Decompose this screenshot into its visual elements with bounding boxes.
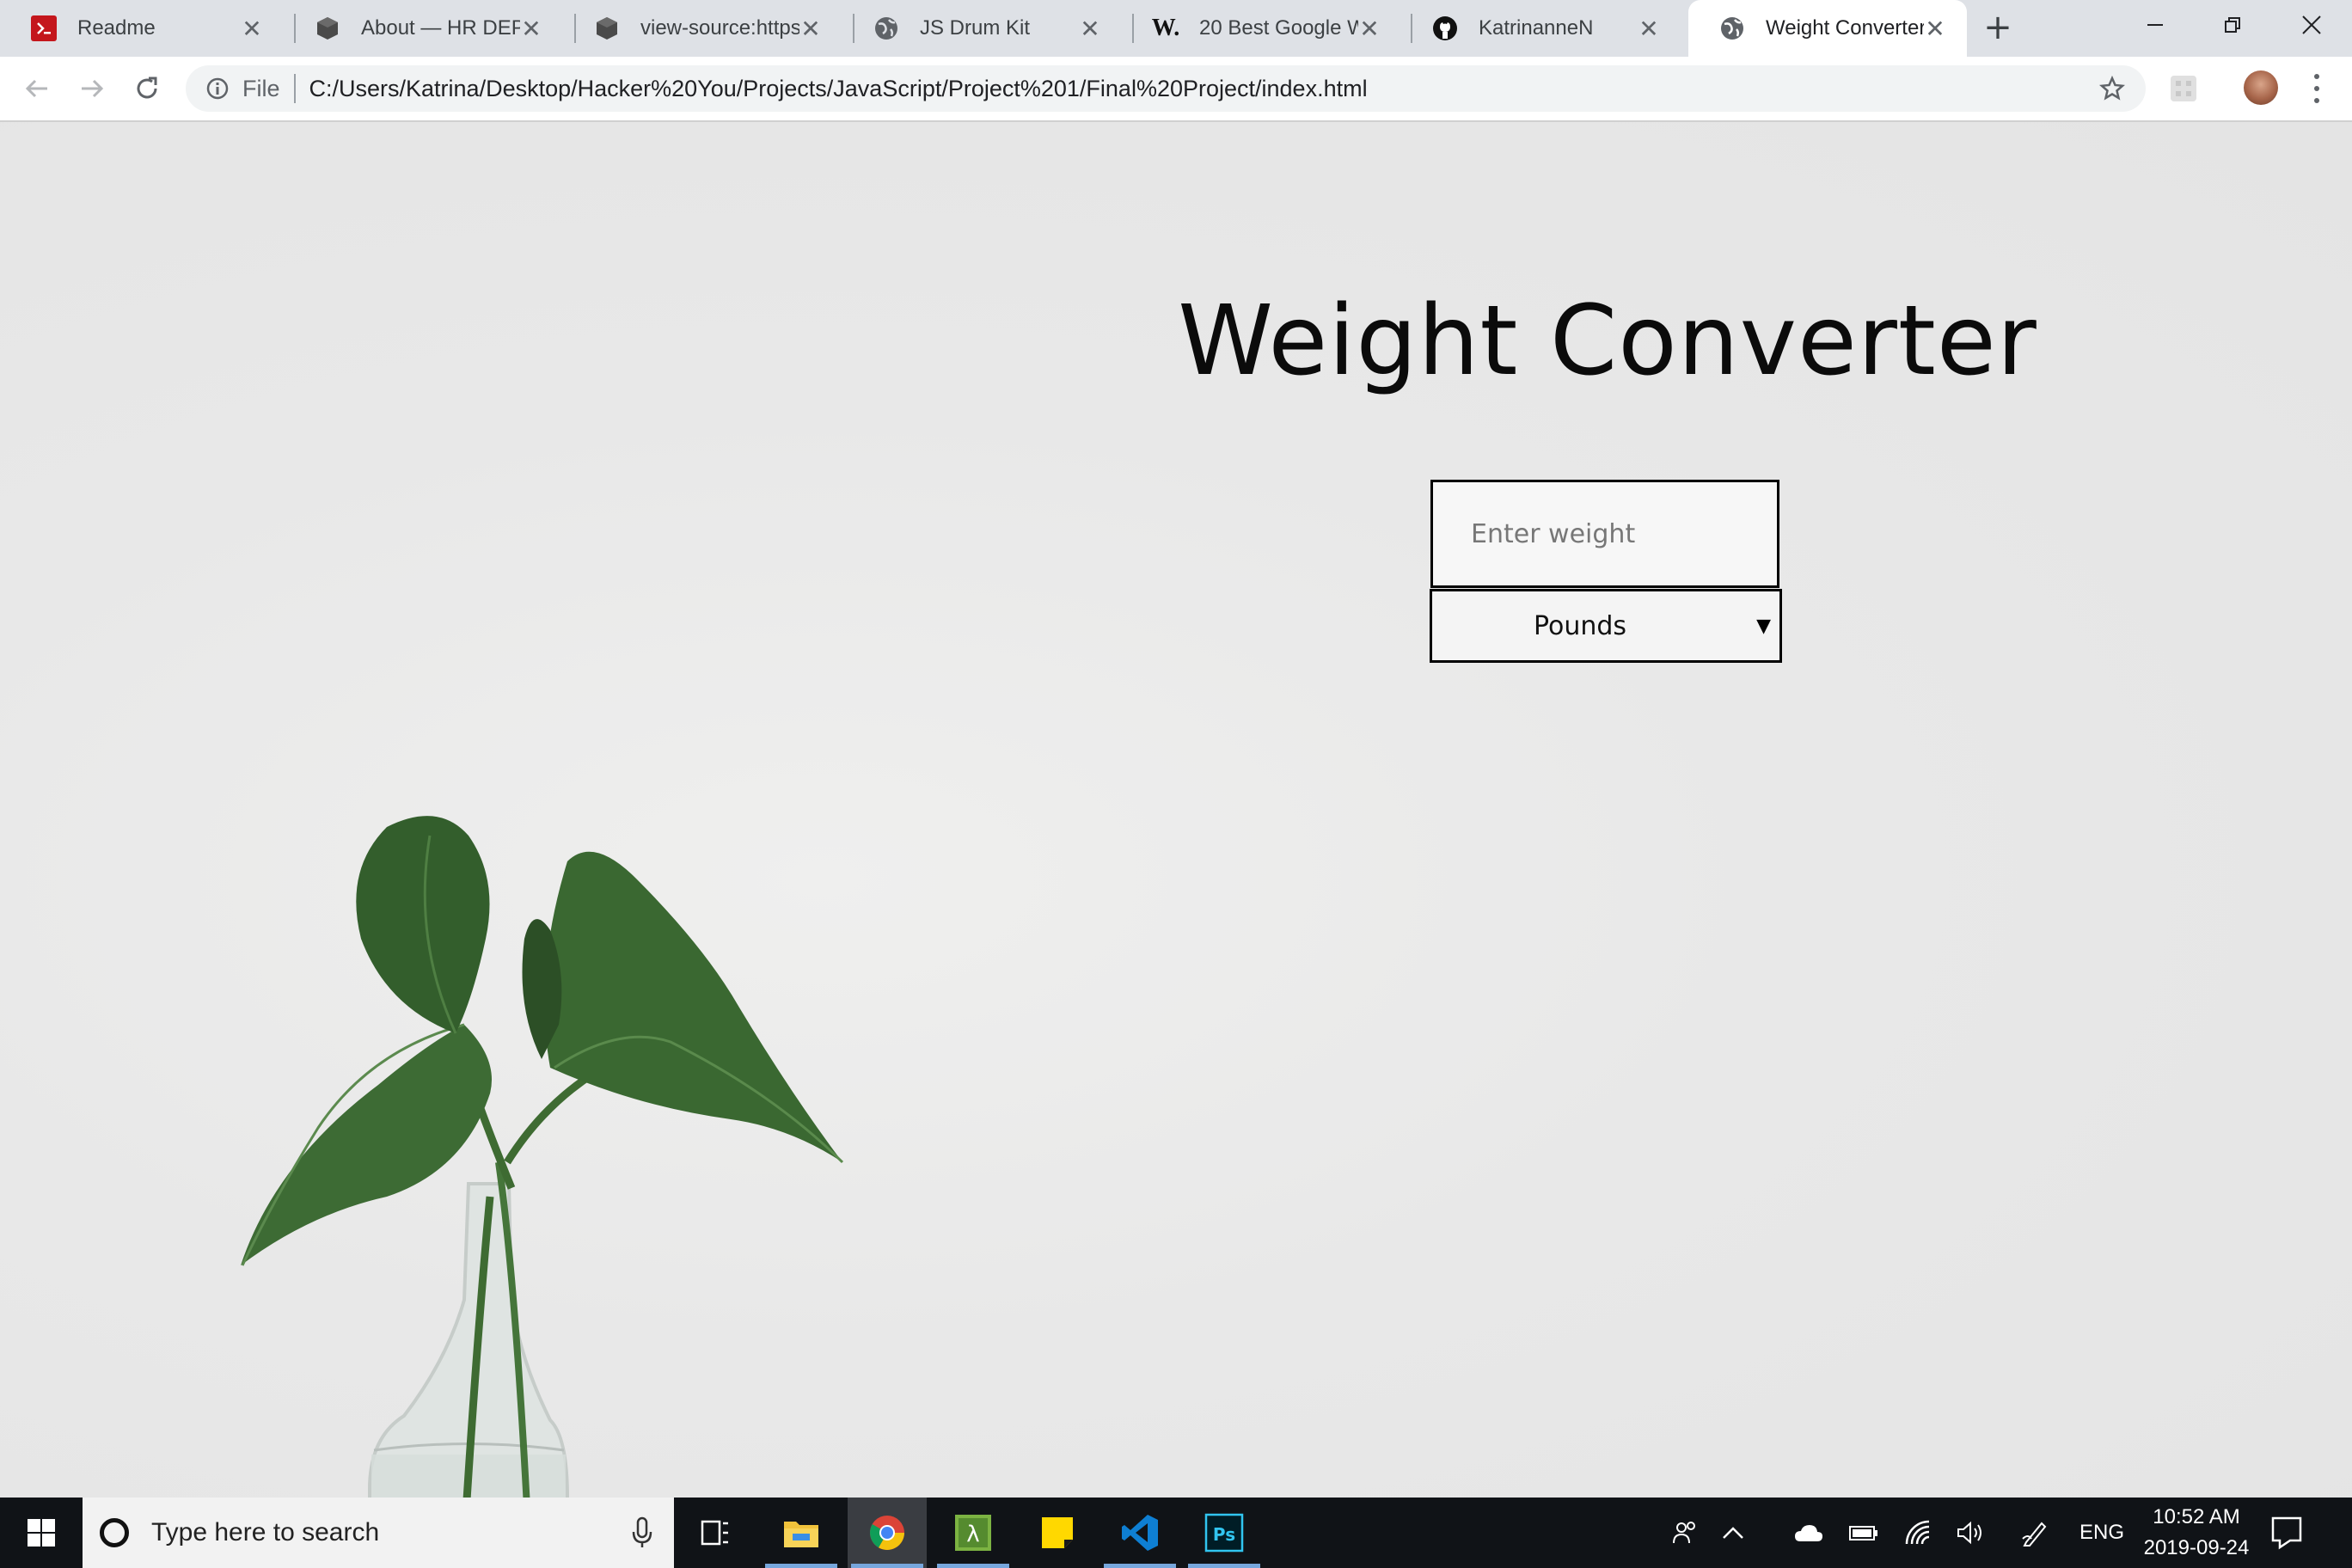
close-icon[interactable]: ✕ [1638,15,1660,42]
weight-input[interactable] [1430,480,1779,588]
microphone-icon[interactable] [631,1516,653,1549]
lambda-app-button[interactable]: λ [934,1498,1013,1568]
file-explorer-button[interactable] [762,1498,841,1568]
language-indicator[interactable]: ENG [2063,1498,2141,1568]
tab-title: JS Drum Kit [920,16,1031,40]
restore-button[interactable] [2194,0,2271,50]
taskbar-search-box[interactable]: Type here to search [83,1498,674,1568]
task-view-button[interactable] [676,1498,755,1568]
system-clock[interactable]: 10:52 AM 2019-09-24 [2141,1498,2252,1568]
url-text[interactable]: C:/Users/Katrina/Desktop/Hacker%20You/Pr… [309,76,1368,102]
globe-icon [1719,15,1745,41]
clock-time: 10:52 AM [2153,1505,2240,1528]
chevron-up-icon[interactable] [1709,1498,1757,1568]
tab-github-katrinannen[interactable]: KatrinanneN ✕ [1401,0,1681,57]
svg-text:Ps: Ps [1213,1524,1235,1545]
tab-title: KatrinanneN [1479,16,1594,40]
tab-title: Weight Converter [1766,16,1924,40]
tab-js-drum-kit[interactable]: JS Drum Kit ✕ [842,0,1122,57]
svg-text:λ: λ [966,1522,979,1547]
tab-title: 20 Best Google We [1199,16,1358,40]
close-icon [2302,15,2321,34]
windows-taskbar: Type here to search λ Ps ENG 10:52 AM 20… [0,1498,2352,1568]
onedrive-cloud-icon[interactable] [1785,1498,1833,1568]
restore-icon [2225,17,2240,33]
wifi-icon[interactable] [1895,1498,1943,1568]
kebab-menu-icon[interactable] [2304,70,2330,107]
vs-code-button[interactable] [1100,1498,1179,1568]
browser-toolbar: File C:/Users/Katrina/Desktop/Hacker%20Y… [0,57,2352,122]
sticky-notes-button[interactable] [1018,1498,1097,1568]
new-tab-button[interactable]: + [1977,7,2018,48]
address-bar[interactable]: File C:/Users/Katrina/Desktop/Hacker%20Y… [186,65,2146,112]
close-icon[interactable]: ✕ [520,15,542,42]
tab-readme[interactable]: Readme ✕ [0,0,284,57]
cube-icon [315,15,340,41]
lambda-icon: λ [955,1515,991,1551]
plant-in-vase-image [241,816,844,1498]
close-icon[interactable]: ✕ [1924,15,1946,42]
cortana-icon [100,1518,129,1547]
tab-20-best-google[interactable]: W. 20 Best Google We ✕ [1122,0,1401,57]
sticky-note-icon [1042,1517,1073,1548]
battery-icon[interactable] [1840,1498,1888,1568]
volume-icon[interactable] [1946,1498,1994,1568]
search-placeholder: Type here to search [151,1518,380,1547]
page-title: Weight Converter [1178,285,2037,397]
profile-avatar[interactable] [2244,70,2278,105]
close-window-button[interactable] [2273,0,2350,50]
tab-title: view-source:https: [640,16,799,40]
windows-logo-icon [28,1519,55,1547]
w-logo-icon: W. [1151,15,1180,41]
reload-button[interactable] [126,67,168,110]
folder-icon [784,1522,818,1547]
vs-code-icon [1122,1515,1158,1551]
dropdown-arrow-icon: ▼ [1756,616,1771,637]
extension-icon[interactable] [2169,74,2198,103]
start-button[interactable] [0,1498,83,1568]
forward-button[interactable] [70,67,113,110]
minimize-button[interactable] [2116,0,2194,50]
tab-strip: Readme ✕ About — HR DEPT ✕ view-source:h… [0,0,2352,57]
clock-date: 2019-09-24 [2143,1536,2250,1559]
github-icon [1432,15,1458,41]
bookmark-star-icon[interactable] [2098,75,2126,101]
pen-ink-icon[interactable] [2012,1498,2060,1568]
arrow-left-icon [25,79,47,98]
cube-icon [594,15,620,41]
chrome-icon [870,1516,904,1550]
chrome-button[interactable] [848,1498,927,1568]
back-button[interactable] [15,67,58,110]
reload-icon [137,77,157,99]
arrow-right-icon [82,79,104,98]
url-scheme-label: File [242,74,296,103]
tab-weight-converter[interactable]: Weight Converter ✕ [1688,0,1967,57]
tab-about-hr-dept[interactable]: About — HR DEPT ✕ [284,0,563,57]
tab-view-source[interactable]: view-source:https: ✕ [563,0,842,57]
unit-select[interactable]: Pounds ▼ [1430,589,1782,663]
unit-select-value: Pounds [1533,610,1627,641]
page-content: Weight Converter Pounds ▼ [0,122,2352,1498]
close-icon[interactable]: ✕ [1358,15,1381,42]
people-icon[interactable] [1661,1498,1709,1568]
close-icon[interactable]: ✕ [241,15,263,42]
close-icon[interactable]: ✕ [1079,15,1101,42]
photoshop-icon: Ps [1204,1513,1244,1553]
tab-title: Readme [77,16,156,40]
pdf-reader-icon [31,15,57,41]
info-icon[interactable] [205,76,230,101]
tab-title: About — HR DEPT [361,16,520,40]
photoshop-button[interactable]: Ps [1185,1498,1264,1568]
task-view-icon [701,1520,728,1546]
minimize-icon [2147,24,2163,26]
close-icon[interactable]: ✕ [799,15,822,42]
globe-icon [873,15,899,41]
action-center-icon[interactable] [2269,1515,2304,1551]
